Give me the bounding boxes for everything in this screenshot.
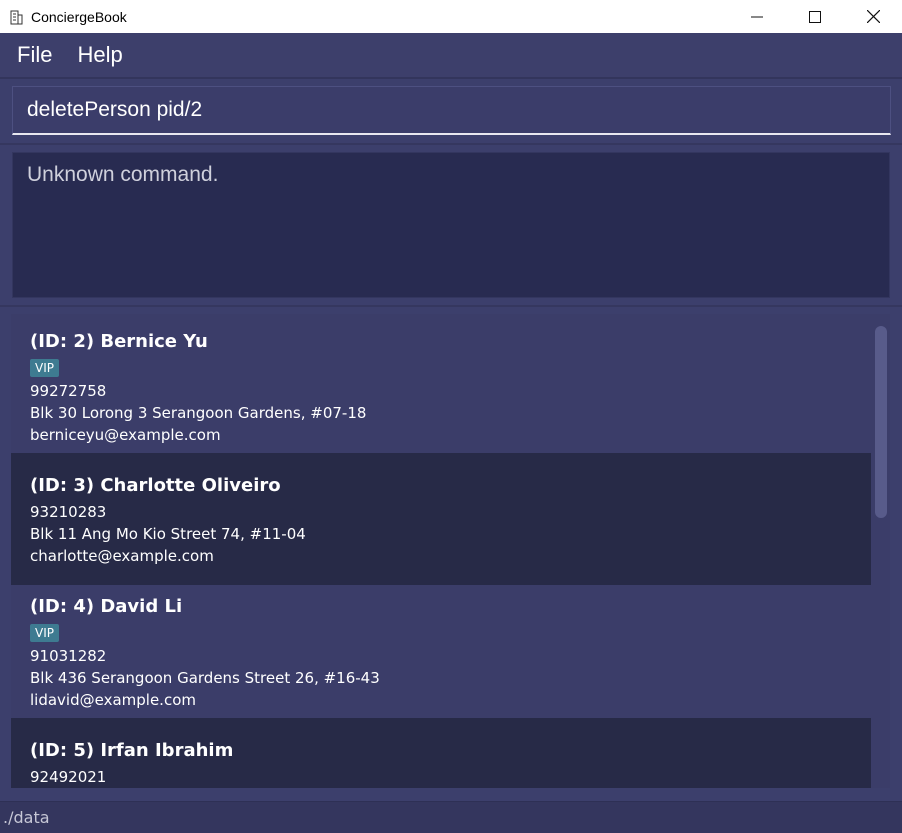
window-title: ConciergeBook — [31, 8, 127, 25]
status-bar: ./data — [0, 801, 902, 833]
person-name: (ID: 2) Bernice Yu — [30, 331, 208, 352]
person-email: berniceyu@example.com — [30, 426, 221, 444]
menu-help[interactable]: Help — [77, 42, 122, 68]
maximize-button[interactable] — [786, 0, 844, 33]
person-address: Blk 30 Lorong 3 Serangoon Gardens, #07-1… — [30, 404, 367, 422]
scrollbar-thumb[interactable] — [875, 326, 887, 518]
command-input-value: deletePerson pid/2 — [27, 98, 203, 121]
result-message: Unknown command. — [27, 163, 219, 186]
divider — [0, 143, 902, 145]
menu-file[interactable]: File — [17, 42, 52, 68]
menu-bar: File Help — [0, 33, 902, 79]
window-controls — [728, 0, 902, 33]
person-email: charlotte@example.com — [30, 547, 214, 565]
tag-badge: VIP — [30, 359, 59, 377]
person-name: (ID: 5) Irfan Ibrahim — [30, 740, 234, 761]
person-list[interactable]: (ID: 2) Bernice Yu VIP 99272758 Blk 30 L… — [11, 314, 890, 788]
result-display[interactable]: Unknown command. — [12, 152, 890, 298]
person-address: Blk 436 Serangoon Gardens Street 26, #16… — [30, 669, 380, 687]
building-icon — [8, 9, 24, 25]
person-phone: 99272758 — [30, 382, 107, 400]
person-phone: 91031282 — [30, 647, 107, 665]
person-address: Blk 11 Ang Mo Kio Street 74, #11-04 — [30, 525, 306, 543]
maximize-icon — [809, 10, 821, 23]
person-card[interactable]: (ID: 2) Bernice Yu VIP 99272758 Blk 30 L… — [11, 314, 871, 453]
minimize-icon — [751, 16, 763, 17]
person-phone: 93210283 — [30, 503, 107, 521]
close-button[interactable] — [844, 0, 902, 33]
person-card[interactable]: (ID: 3) Charlotte Oliveiro 93210283 Blk … — [11, 453, 871, 585]
person-name: (ID: 3) Charlotte Oliveiro — [30, 475, 281, 496]
minimize-button[interactable] — [728, 0, 786, 33]
close-icon — [866, 10, 880, 23]
divider — [0, 305, 902, 307]
title-bar: ConciergeBook — [0, 0, 902, 33]
person-name: (ID: 4) David Li — [30, 596, 183, 617]
person-card[interactable]: (ID: 5) Irfan Ibrahim 92492021 — [11, 718, 871, 788]
command-input[interactable]: deletePerson pid/2 — [12, 86, 891, 135]
person-email: lidavid@example.com — [30, 691, 196, 709]
person-phone: 92492021 — [30, 768, 107, 786]
tag-badge: VIP — [30, 624, 59, 642]
data-path: ./data — [3, 808, 50, 827]
person-card[interactable]: (ID: 4) David Li VIP 91031282 Blk 436 Se… — [11, 585, 871, 718]
